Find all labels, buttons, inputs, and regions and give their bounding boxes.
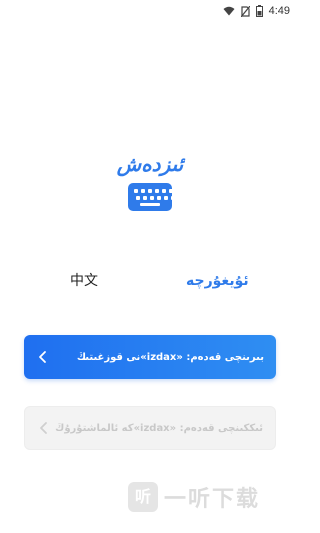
step2-switch-keyboard-button[interactable]: ئىككىنچى قەدەم: «izdax»كە ئالماشتۇرۇڭ <box>24 406 276 450</box>
language-option-uyghur[interactable]: ئۇيغۇرچە <box>186 268 249 294</box>
language-option-chinese[interactable]: 中文 <box>70 268 98 294</box>
setup-screen: 4:49 ئىزدەش 中文 ئۇيغۇرچە بىرىنچى قەدەم: «… <box>0 0 300 533</box>
wifi-icon <box>223 6 235 16</box>
app-logo-text: ئىزدەش <box>116 152 184 176</box>
battery-icon <box>255 5 263 17</box>
keyboard-icon <box>128 183 180 211</box>
watermark: 听 一听下载 <box>128 481 260 513</box>
no-sim-icon <box>240 5 250 17</box>
chevron-left-icon <box>39 351 46 363</box>
chevron-left-icon <box>40 422 47 434</box>
status-bar: 4:49 <box>0 0 300 22</box>
watermark-badge: 听 <box>128 482 158 512</box>
step2-label: ئىككىنچى قەدەم: «izdax»كە ئالماشتۇرۇڭ <box>55 422 263 434</box>
watermark-text: 一听下载 <box>164 487 261 512</box>
status-time: 4:49 <box>268 5 290 17</box>
step1-label: بىرىنچى قەدەم: «izdax»نى قوزغىتىڭ <box>76 351 264 363</box>
step1-enable-keyboard-button[interactable]: بىرىنچى قەدەم: «izdax»نى قوزغىتىڭ <box>24 335 276 379</box>
